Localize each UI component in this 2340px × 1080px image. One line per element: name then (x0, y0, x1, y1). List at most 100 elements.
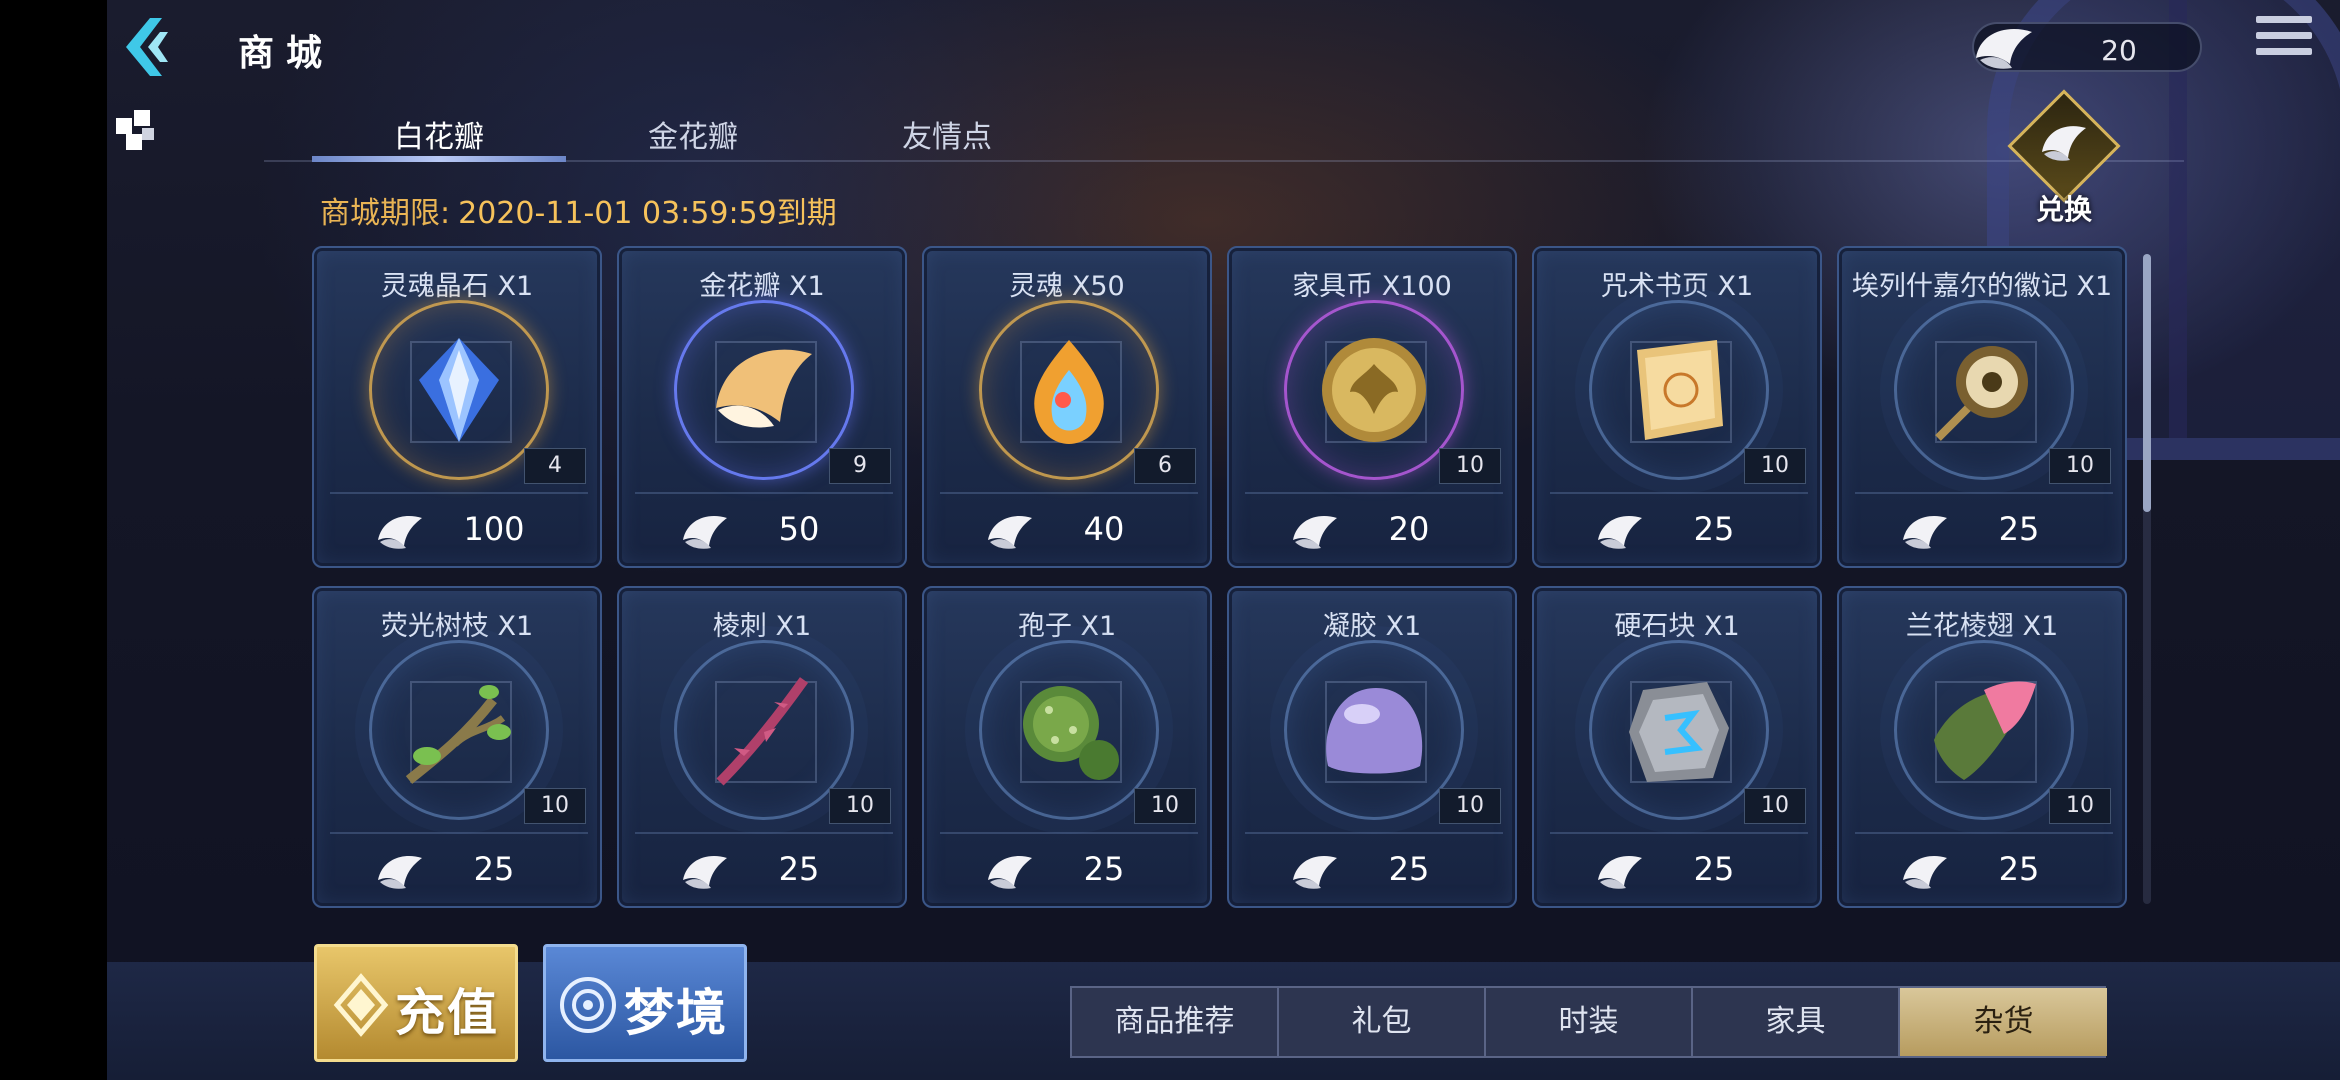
back-button[interactable] (120, 12, 180, 82)
item-grid: 灵魂晶石 X1 4 100 金花瓣 X1 9 50 灵魂 X50 6 40 家具币 X100 10 2… (312, 246, 2127, 908)
white-petal-price-icon (1598, 856, 1642, 889)
item-name: 孢子 X1 (1017, 611, 1117, 642)
item-price: 20 (1388, 510, 1430, 548)
gold-petal-icon (716, 349, 812, 428)
category-sundries[interactable]: 杂货 (1900, 988, 2107, 1056)
white-petal-price-icon (1903, 856, 1947, 889)
item-name: 埃列什嘉尔的徽记 X1 (1851, 271, 2113, 302)
puzzle-icon[interactable] (112, 104, 162, 154)
item-stock-count: 6 (1134, 448, 1196, 484)
soul-gem-icon (1034, 340, 1104, 444)
white-petal-price-icon (683, 856, 727, 889)
recharge-diamond-icon (333, 973, 389, 1037)
item-price: 25 (1998, 510, 2040, 548)
page-title: 商城 (238, 33, 335, 74)
white-petal-price-icon (1903, 516, 1947, 549)
card-divider (1245, 832, 1503, 834)
dream-label: 梦境 (624, 984, 728, 1042)
shop-item-card[interactable]: 家具币 X100 10 20 (1227, 246, 1517, 568)
exchange-label: 兑换 (2035, 193, 2092, 226)
card-divider (1855, 832, 2113, 834)
shop-item-card[interactable]: 棱刺 X1 10 25 (617, 586, 907, 908)
shop-item-card[interactable]: 孢子 X1 10 25 (922, 586, 1212, 908)
grid-scrollbar[interactable] (2143, 254, 2151, 904)
emblem-icon (1935, 346, 2028, 441)
card-divider (1550, 492, 1808, 494)
tab-gold-petal[interactable]: 金花瓣 (566, 112, 820, 156)
orchid-wing-icon (1934, 681, 2036, 780)
exchange-button[interactable]: 兑换 (2004, 89, 2124, 228)
white-petal-icon (2042, 126, 2086, 161)
card-divider (635, 492, 893, 494)
item-price: 25 (1998, 850, 2040, 888)
item-name: 咒术书页 X1 (1600, 271, 1754, 302)
item-stock-count: 10 (1134, 788, 1196, 824)
white-petal-price-icon (988, 516, 1032, 549)
white-petal-price-icon (378, 856, 422, 889)
shop-item-card[interactable]: 埃列什嘉尔的徽记 X1 10 25 (1837, 246, 2127, 568)
item-name: 兰花棱翅 X1 (1905, 611, 2059, 642)
hard-stone-icon (1629, 682, 1729, 782)
item-stock-count: 9 (829, 448, 891, 484)
item-stock-count: 10 (1744, 448, 1806, 484)
white-petal-price-icon (1293, 516, 1337, 549)
shop-item-card[interactable]: 凝胶 X1 10 25 (1227, 586, 1517, 908)
white-petal-price-icon (1598, 516, 1642, 549)
white-petal-price-icon (1293, 856, 1337, 889)
left-black-strip (0, 0, 107, 1080)
item-stock-count: 10 (2049, 448, 2111, 484)
card-divider (940, 832, 1198, 834)
card-divider (1855, 492, 2113, 494)
item-name: 灵魂 X50 (1009, 271, 1125, 302)
item-price: 100 (463, 510, 525, 548)
item-price: 50 (778, 510, 820, 548)
category-gift-pack[interactable]: 礼包 (1279, 988, 1486, 1056)
category-recommended[interactable]: 商品推荐 (1072, 988, 1279, 1056)
card-divider (1550, 832, 1808, 834)
back-arrow-icon (126, 18, 168, 76)
deadline-label: 商城期限: (320, 196, 451, 231)
card-divider (635, 832, 893, 834)
category-tab-bar: 商品推荐 礼包 时装 家具 杂货 (1070, 986, 2107, 1058)
currency-tab-bar: 白花瓣 金花瓣 友情点 (264, 100, 2184, 162)
item-stock-count: 10 (524, 788, 586, 824)
menu-line (2256, 16, 2312, 23)
scrollbar-thumb[interactable] (2143, 254, 2151, 512)
card-divider (330, 832, 588, 834)
menu-line (2256, 48, 2312, 55)
item-price: 25 (1693, 850, 1735, 888)
shop-item-card[interactable]: 荧光树枝 X1 10 25 (312, 586, 602, 908)
category-furniture[interactable]: 家具 (1693, 988, 1900, 1056)
recharge-button[interactable]: 充值 (314, 944, 518, 1062)
shop-item-card[interactable]: 灵魂 X50 6 40 (922, 246, 1212, 568)
white-petal-price-icon (378, 516, 422, 549)
item-price: 25 (473, 850, 515, 888)
menu-button[interactable] (2256, 16, 2312, 66)
item-stock-count: 10 (829, 788, 891, 824)
tab-white-petal[interactable]: 白花瓣 (312, 112, 566, 156)
card-divider (940, 492, 1198, 494)
shop-deadline: 商城期限: 2020-11-01 03:59:59到期 (320, 188, 837, 232)
spell-page-icon (1637, 340, 1723, 440)
dream-button[interactable]: 梦境 (543, 944, 747, 1062)
item-stock-count: 4 (524, 448, 586, 484)
glowing-branch-icon (405, 685, 511, 784)
white-petal-currency: 20 (1972, 22, 2202, 72)
category-fashion[interactable]: 时装 (1486, 988, 1693, 1056)
dream-orb-icon (560, 977, 616, 1033)
shop-item-card[interactable]: 咒术书页 X1 10 25 (1532, 246, 1822, 568)
tab-friendship-points[interactable]: 友情点 (820, 112, 1074, 156)
recharge-label: 充值 (395, 984, 499, 1042)
shop-item-card[interactable]: 灵魂晶石 X1 4 100 (312, 246, 602, 568)
menu-line (2256, 32, 2312, 39)
shop-item-card[interactable]: 金花瓣 X1 9 50 (617, 246, 907, 568)
item-name: 荧光树枝 X1 (380, 611, 534, 642)
item-price: 25 (1693, 510, 1735, 548)
deadline-date: 2020-11-01 03:59:59到期 (458, 196, 837, 231)
thorn-icon (716, 677, 809, 786)
item-stock-count: 10 (1439, 448, 1501, 484)
shop-item-card[interactable]: 兰花棱翅 X1 10 25 (1837, 586, 2127, 908)
white-petal-price-icon (988, 856, 1032, 889)
shop-item-card[interactable]: 硬石块 X1 10 25 (1532, 586, 1822, 908)
white-petal-price-icon (683, 516, 727, 549)
